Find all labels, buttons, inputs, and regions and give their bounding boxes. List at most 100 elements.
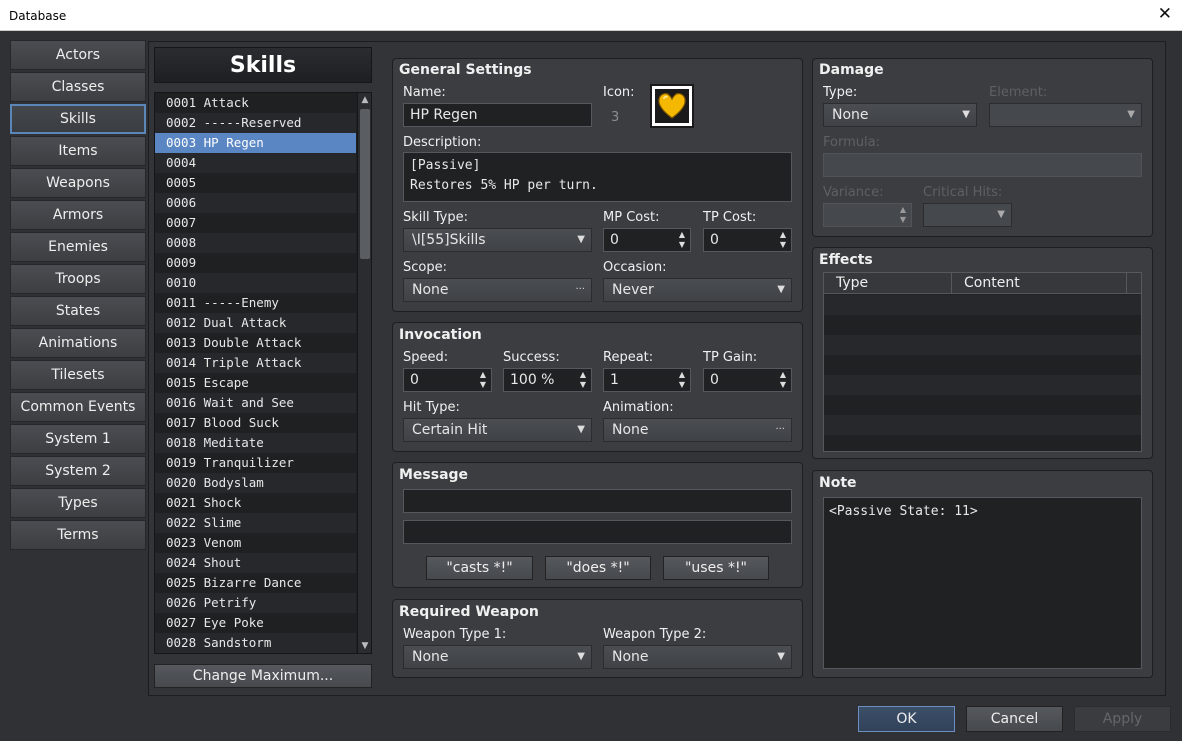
list-item[interactable]: 0019 Tranquilizer <box>155 453 356 473</box>
hit-type-dropdown[interactable]: Certain Hit ▼ <box>403 418 592 442</box>
mp-cost-stepper[interactable]: 0 ▲ ▼ <box>603 228 691 252</box>
category-animations[interactable]: Animations <box>10 328 146 358</box>
list-item[interactable]: 0010 <box>155 273 356 293</box>
list-item[interactable]: 0006 <box>155 193 356 213</box>
occasion-dropdown[interactable]: Never ▼ <box>603 278 792 302</box>
table-row[interactable] <box>824 295 1141 315</box>
name-field[interactable]: HP Regen <box>403 103 592 127</box>
list-item[interactable]: 0027 Eye Poke <box>155 613 356 633</box>
spin-arrows-icon[interactable]: ▲ ▼ <box>677 370 687 390</box>
table-row[interactable] <box>824 415 1141 435</box>
list-item[interactable]: 0018 Meditate <box>155 433 356 453</box>
weapon-type-2-dropdown[interactable]: None ▼ <box>603 645 792 669</box>
category-states[interactable]: States <box>10 296 146 326</box>
list-item[interactable]: 0013 Double Attack <box>155 333 356 353</box>
category-skills[interactable]: Skills <box>10 104 146 134</box>
category-enemies[interactable]: Enemies <box>10 232 146 262</box>
weapon-type-1-dropdown[interactable]: None ▼ <box>403 645 592 669</box>
table-row[interactable] <box>824 395 1141 415</box>
change-maximum-button[interactable]: Change Maximum... <box>154 664 372 688</box>
list-item[interactable]: 0005 <box>155 173 356 193</box>
skill-type-dropdown[interactable]: \I[55]Skills ▼ <box>403 228 592 252</box>
category-types[interactable]: Types <box>10 488 146 518</box>
list-item[interactable]: 0021 Shock <box>155 493 356 513</box>
message-line-2-field[interactable] <box>403 520 792 544</box>
list-item[interactable]: 0028 Sandstorm <box>155 633 356 653</box>
category-troops[interactable]: Troops <box>10 264 146 294</box>
skill-list-scrollbar[interactable]: ▲ ▼ <box>357 93 371 653</box>
spin-arrows-icon[interactable]: ▲ ▼ <box>478 370 488 390</box>
list-item[interactable]: 0011 -----Enemy <box>155 293 356 313</box>
list-item[interactable]: 0025 Bizarre Dance <box>155 573 356 593</box>
skill-list[interactable]: 0001 Attack 0002 -----Reserved 0003 HP Reg… <box>154 92 372 654</box>
variance-stepper[interactable]: ▲ ▼ <box>823 203 912 227</box>
table-row[interactable] <box>824 315 1141 335</box>
scroll-down-icon[interactable]: ▼ <box>358 639 372 653</box>
title-bar: Database ✕ <box>0 0 1182 31</box>
spin-arrows-icon[interactable]: ▲ ▼ <box>677 230 687 250</box>
table-row[interactable] <box>824 435 1141 451</box>
repeat-stepper[interactable]: 1 ▲ ▼ <box>603 368 691 392</box>
element-dropdown[interactable]: ▼ <box>989 103 1142 127</box>
list-item[interactable]: 0016 Wait and See <box>155 393 356 413</box>
scroll-thumb[interactable] <box>360 109 370 259</box>
formula-field[interactable] <box>823 153 1142 177</box>
list-item[interactable]: 0020 Bodyslam <box>155 473 356 493</box>
casts-button[interactable]: "casts *!" <box>426 556 533 580</box>
list-item[interactable]: 0017 Blood Suck <box>155 413 356 433</box>
list-item[interactable]: 0009 <box>155 253 356 273</box>
list-item[interactable]: 0023 Venom <box>155 533 356 553</box>
animation-selector[interactable]: None ··· <box>603 418 792 442</box>
list-item[interactable]: 0015 Escape <box>155 373 356 393</box>
table-row[interactable] <box>824 375 1141 395</box>
critical-hits-dropdown[interactable]: ▼ <box>923 203 1012 227</box>
category-weapons[interactable]: Weapons <box>10 168 146 198</box>
scroll-up-icon[interactable]: ▲ <box>358 93 372 107</box>
cancel-button[interactable]: Cancel <box>966 706 1063 732</box>
uses-button[interactable]: "uses *!" <box>663 556 769 580</box>
list-item[interactable]: 0003 HP Regen <box>155 133 356 153</box>
tp-cost-stepper[interactable]: 0 ▲ ▼ <box>703 228 792 252</box>
list-item[interactable]: 0014 Triple Attack <box>155 353 356 373</box>
message-line-1-field[interactable] <box>403 489 792 513</box>
list-item[interactable]: 0024 Shout <box>155 553 356 573</box>
close-icon[interactable]: ✕ <box>1158 4 1172 24</box>
spin-arrows-icon[interactable]: ▲ ▼ <box>778 230 788 250</box>
list-item[interactable]: 0012 Dual Attack <box>155 313 356 333</box>
category-classes[interactable]: Classes <box>10 72 146 102</box>
list-item[interactable]: 0026 Petrify <box>155 593 356 613</box>
category-actors[interactable]: Actors <box>10 40 146 70</box>
list-item[interactable]: 0004 <box>155 153 356 173</box>
category-system-1[interactable]: System 1 <box>10 424 146 454</box>
effects-col-type[interactable]: Type <box>824 273 952 294</box>
list-item[interactable]: 0001 Attack <box>155 93 356 113</box>
list-item[interactable]: 0008 <box>155 233 356 253</box>
does-button[interactable]: "does *!" <box>545 556 651 580</box>
spin-arrows-icon[interactable]: ▲ ▼ <box>578 370 588 390</box>
damage-type-dropdown[interactable]: None ▼ <box>823 103 977 127</box>
category-armors[interactable]: Armors <box>10 200 146 230</box>
table-row[interactable] <box>824 355 1141 375</box>
list-item[interactable]: 0007 <box>155 213 356 233</box>
list-item[interactable]: 0022 Slime <box>155 513 356 533</box>
category-terms[interactable]: Terms <box>10 520 146 550</box>
icon-picker[interactable] <box>650 84 694 128</box>
list-item[interactable]: 0002 -----Reserved <box>155 113 356 133</box>
category-items[interactable]: Items <box>10 136 146 166</box>
spin-arrows-icon[interactable]: ▲ ▼ <box>778 370 788 390</box>
table-row[interactable] <box>824 335 1141 355</box>
apply-button[interactable]: Apply <box>1074 706 1171 732</box>
description-field[interactable]: [Passive] Restores 5% HP per turn. <box>403 152 792 202</box>
scope-selector[interactable]: None ··· <box>403 278 592 302</box>
category-system-2[interactable]: System 2 <box>10 456 146 486</box>
success-stepper[interactable]: 100 % ▲ ▼ <box>503 368 592 392</box>
category-tilesets[interactable]: Tilesets <box>10 360 146 390</box>
spin-arrows-icon[interactable]: ▲ ▼ <box>898 205 908 225</box>
speed-stepper[interactable]: 0 ▲ ▼ <box>403 368 492 392</box>
note-textarea[interactable]: <Passive State: 11> <box>823 497 1142 669</box>
ok-button[interactable]: OK <box>858 706 955 732</box>
tp-gain-stepper[interactable]: 0 ▲ ▼ <box>703 368 792 392</box>
effects-col-content[interactable]: Content <box>952 273 1127 294</box>
category-common-events[interactable]: Common Events <box>10 392 146 422</box>
effects-table[interactable]: Type Content <box>823 272 1142 452</box>
